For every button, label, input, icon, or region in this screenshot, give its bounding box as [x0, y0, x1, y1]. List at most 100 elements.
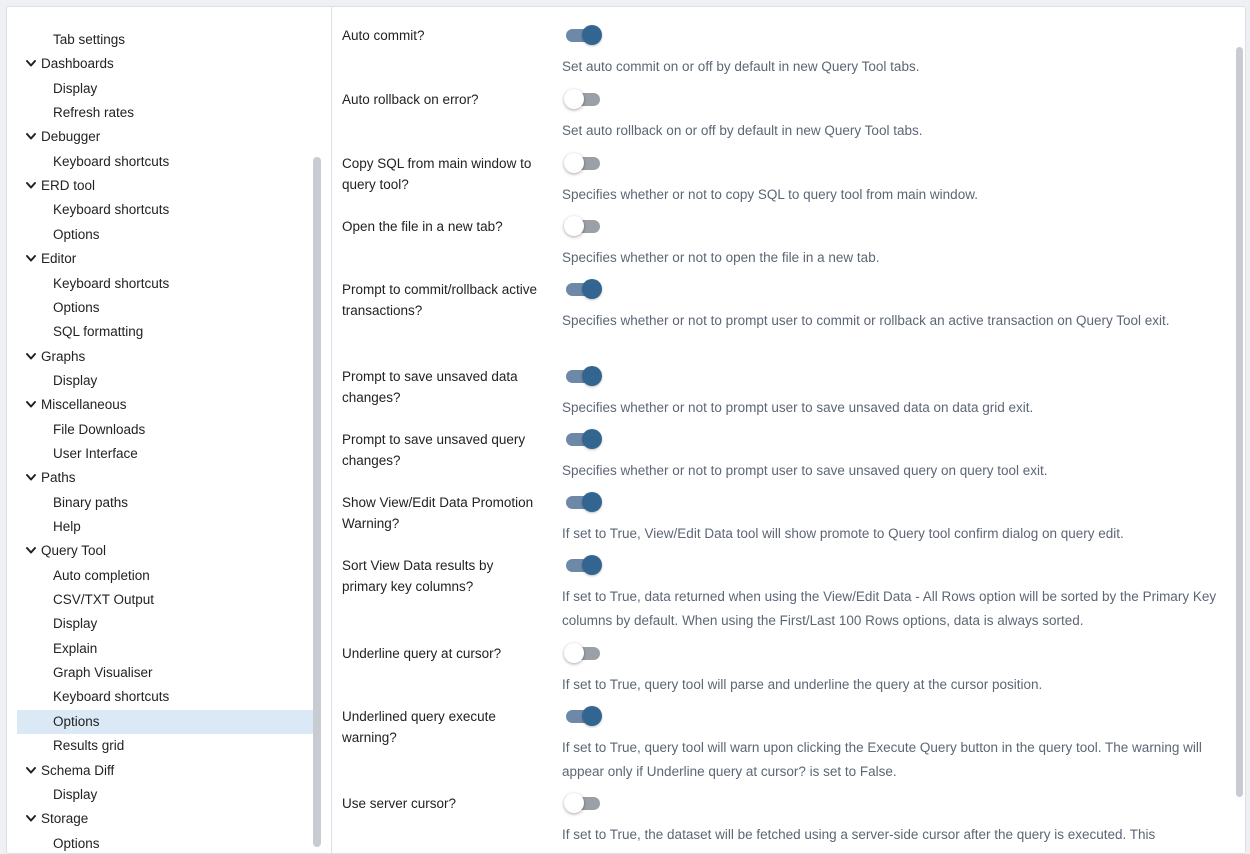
tree-group[interactable]: Storage: [17, 807, 315, 831]
setting-label: Sort View Data results by primary key co…: [342, 558, 494, 594]
setting-help-text: If set to True, the dataset will be fetc…: [562, 827, 1156, 842]
setting-help-text: Specifies whether or not to copy SQL to …: [562, 187, 978, 202]
preferences-tree: Tab settings Dashboards Display Refresh rat…: [17, 21, 327, 853]
toggle-knob: [564, 793, 584, 813]
tree-item[interactable]: Keyboard shortcuts: [17, 685, 315, 709]
tree-item-label: Options: [53, 226, 100, 242]
setting-label: Copy SQL from main window to query tool?: [342, 156, 532, 192]
tree-item[interactable]: Results grid: [17, 734, 315, 758]
tree-item-label: Keyboard shortcuts: [53, 689, 170, 705]
chevron-down-icon[interactable]: [25, 125, 37, 149]
settings-scrollbar[interactable]: [1236, 47, 1243, 797]
toggle-knob: [582, 706, 602, 726]
tree-item[interactable]: Tab settings: [17, 28, 315, 52]
tree-item-label: Graphs: [41, 348, 86, 364]
tree-item-label: Options: [53, 713, 100, 729]
tree-item[interactable]: Display: [17, 612, 315, 636]
tree-item-label: Refresh rates: [53, 105, 135, 121]
chevron-down-icon[interactable]: [25, 393, 37, 417]
tree-item-label: Paths: [41, 470, 76, 486]
tree-group[interactable]: Dashboards: [17, 52, 315, 76]
tree-item[interactable]: Display: [17, 369, 315, 393]
chevron-down-icon[interactable]: [25, 52, 37, 76]
setting-toggle[interactable]: [564, 428, 604, 450]
sidebar-scrollbar[interactable]: [313, 157, 321, 847]
tree-item-label: Graph Visualiser: [53, 665, 153, 681]
setting-help-text: Specifies whether or not to prompt user …: [562, 313, 1170, 328]
tree-group[interactable]: Schema Diff: [17, 759, 315, 783]
tree-item-label: Options: [53, 835, 100, 851]
tree-item[interactable]: Binary paths: [17, 491, 315, 515]
tree-item-label: Options: [53, 299, 100, 315]
tree-item-label: Help: [53, 519, 81, 534]
tree-item-label: Storage: [41, 811, 89, 827]
tree-item[interactable]: SQL formatting: [17, 320, 315, 344]
tree-item-label: Display: [53, 80, 98, 96]
toggle-knob: [582, 492, 602, 512]
tree-item[interactable]: Keyboard shortcuts: [17, 150, 315, 174]
toggle-knob: [564, 216, 584, 236]
tree-item-label: Results grid: [53, 738, 125, 754]
setting-toggle[interactable]: [564, 491, 604, 513]
setting-toggle[interactable]: [564, 215, 604, 237]
setting-toggle[interactable]: [564, 152, 604, 174]
setting-toggle[interactable]: [564, 705, 604, 727]
tree-item[interactable]: CSV/TXT Output: [17, 588, 315, 612]
setting-help-text: Specifies whether or not to prompt user …: [562, 463, 1048, 478]
chevron-down-icon[interactable]: [25, 466, 37, 490]
tree-item[interactable]: Graph Visualiser: [17, 661, 315, 685]
chevron-down-icon[interactable]: [25, 247, 37, 271]
setting-toggle[interactable]: [564, 24, 604, 46]
chevron-down-icon[interactable]: [25, 174, 37, 198]
tree-item[interactable]: User Interface: [17, 442, 315, 466]
setting-help-text: If set to True, data returned when using…: [562, 589, 1217, 628]
setting-help-text: If set to True, query tool will warn upo…: [562, 740, 1202, 779]
tree-item-label: ERD tool: [41, 178, 96, 194]
setting-help-text: If set to True, View/Edit Data tool will…: [562, 526, 1124, 541]
toggle-knob: [582, 366, 602, 386]
tree-item[interactable]: Keyboard shortcuts: [17, 198, 315, 222]
tree-item[interactable]: File Downloads: [17, 418, 315, 442]
tree-item[interactable]: Display: [17, 77, 315, 101]
chevron-down-icon[interactable]: [25, 759, 37, 783]
toggle-knob: [582, 555, 602, 575]
tree-group[interactable]: Paths: [17, 466, 315, 490]
tree-item[interactable]: Help: [17, 515, 315, 539]
setting-label: Use server cursor?: [342, 796, 457, 811]
tree-group[interactable]: Debugger: [17, 125, 315, 149]
tree-group[interactable]: ERD tool: [17, 174, 315, 198]
setting-toggle[interactable]: [564, 88, 604, 110]
setting-toggle[interactable]: [564, 642, 604, 664]
setting-label: Open the file in a new tab?: [342, 219, 503, 234]
tree-item-label: Keyboard shortcuts: [53, 202, 170, 218]
tree-item[interactable]: Options: [17, 223, 315, 247]
setting-toggle[interactable]: [564, 365, 604, 387]
setting-help-text: If set to True, query tool will parse an…: [562, 677, 1043, 692]
tree-item[interactable]: Keyboard shortcuts: [17, 272, 315, 296]
tree-item[interactable]: Explain: [17, 637, 315, 661]
setting-toggle[interactable]: [564, 278, 604, 300]
chevron-down-icon[interactable]: [25, 807, 37, 831]
setting-toggle[interactable]: [564, 554, 604, 576]
tree-group[interactable]: Editor: [17, 247, 315, 271]
tree-item[interactable]: Refresh rates: [17, 101, 315, 125]
tree-item-label: Schema Diff: [41, 762, 115, 778]
setting-label: Underline query at cursor?: [342, 646, 502, 661]
chevron-down-icon[interactable]: [25, 539, 37, 563]
chevron-down-icon[interactable]: [25, 345, 37, 369]
setting-label: Show View/Edit Data Promotion Warning?: [342, 495, 534, 531]
tree-item[interactable]: Auto completion: [17, 564, 315, 588]
tree-item-label: Debugger: [41, 129, 101, 145]
setting-toggle[interactable]: [564, 792, 604, 814]
tree-group[interactable]: Graphs: [17, 345, 315, 369]
tree-item[interactable]: Options: [17, 832, 315, 853]
tree-item-label: Display: [53, 786, 98, 802]
tree-group[interactable]: Miscellaneous: [17, 393, 315, 417]
tree-item[interactable]: Options: [17, 296, 315, 320]
tree-item-label: Keyboard shortcuts: [53, 153, 170, 169]
tree-item-label: Keyboard shortcuts: [53, 275, 170, 291]
tree-group[interactable]: Query Tool: [17, 539, 315, 563]
tree-item[interactable]: Options: [17, 709, 315, 734]
tree-item[interactable]: Display: [17, 783, 315, 807]
tree-item-label: Binary paths: [53, 494, 129, 510]
